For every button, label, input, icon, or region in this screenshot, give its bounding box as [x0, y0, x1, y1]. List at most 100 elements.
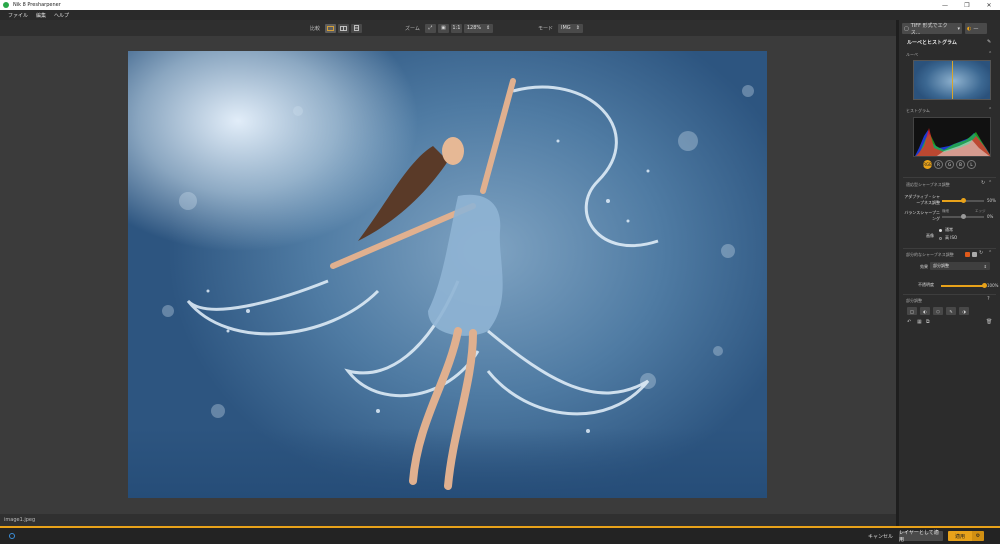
compare-group: 比較	[310, 23, 363, 33]
channel-l[interactable]: L	[967, 160, 976, 169]
preset-select[interactable]: ◐ —	[965, 23, 987, 34]
balance-value: 0%	[987, 214, 994, 219]
status-icon[interactable]	[9, 533, 15, 539]
chevron-down-icon: ▾	[957, 25, 960, 32]
zoom-fit-button[interactable]: ⤢	[424, 23, 436, 33]
control-point-add-icon[interactable]: ◯	[907, 307, 917, 315]
balance-label: バランスシャープニング	[904, 210, 940, 221]
image-option-normal-label: 通常	[945, 227, 953, 232]
delete-icon[interactable]: 🗑	[986, 319, 992, 325]
mask-icon[interactable]: ▦	[917, 319, 922, 325]
export-format-value: TIFF 形式でエクス...	[910, 22, 948, 36]
selective-collapse-icon[interactable]: ⌃	[988, 250, 992, 256]
loupe-preview[interactable]	[913, 60, 991, 100]
zoom-value: 128%	[466, 25, 482, 31]
loupe-collapse-icon[interactable]: ⌃	[988, 51, 992, 57]
opacity-slider-fill	[941, 285, 984, 287]
side-by-side-icon	[354, 25, 359, 31]
adaptive-slider[interactable]	[942, 198, 984, 203]
status-bar: キャンセル レイヤーとして適用 適用 ⚙	[0, 528, 1000, 544]
mode-group: モード IMG ⇕	[538, 23, 583, 33]
image-label: 画像	[926, 233, 934, 238]
export-format-select[interactable]: ▢ TIFF 形式でエクス... ▾	[902, 22, 962, 36]
undo-icon[interactable]: ↶	[907, 319, 911, 325]
control-point-brush-icon[interactable]: ◐	[920, 307, 930, 315]
section-separator	[903, 177, 996, 178]
mode-label: モード	[538, 25, 554, 32]
radio-dot-icon	[939, 228, 942, 232]
menu-file[interactable]: ファイル	[8, 12, 28, 19]
menu-bar: ファイル 編集 ヘルプ	[0, 10, 1000, 20]
histogram	[913, 117, 991, 157]
reset-icon[interactable]: ↻	[981, 180, 985, 186]
preset-value: —	[973, 25, 979, 32]
panel-title: ルーペとヒストグラム	[907, 40, 957, 46]
mode-select[interactable]: IMG ⇕	[558, 23, 583, 33]
histogram-label: ヒストグラム	[906, 108, 930, 113]
cancel-button[interactable]: キャンセル	[868, 532, 893, 540]
effect-select[interactable]: 部分調整 ⇕	[930, 262, 990, 270]
app-logo-icon	[3, 2, 9, 8]
adaptive-collapse-icon[interactable]: ⌃	[988, 180, 992, 186]
channel-g[interactable]: G	[945, 160, 954, 169]
circle-icon: ◐	[967, 25, 972, 32]
zoom-fill-button[interactable]: ▣	[437, 23, 449, 33]
color-swatch-icon[interactable]	[965, 252, 970, 257]
preview-image[interactable]	[128, 51, 767, 498]
zoom-group: ズーム ⤢ ▣ 1:1 128% ⇕	[405, 23, 494, 33]
histogram-collapse-icon[interactable]: ⌃	[988, 107, 992, 113]
apply-button[interactable]: 適用	[948, 531, 972, 541]
apply-as-layer-button[interactable]: レイヤーとして適用	[899, 530, 943, 543]
channel-b[interactable]: B	[956, 160, 965, 169]
adaptive-value: 50%	[987, 198, 996, 203]
balance-slider[interactable]	[942, 214, 984, 219]
toolbar: 比較 ズーム ⤢ ▣ 1:1 128% ⇕ モード IMG ⇕	[0, 20, 896, 36]
zoom-1to1-button[interactable]: 1:1	[450, 23, 462, 33]
section-separator	[903, 294, 996, 295]
close-button[interactable]: ✕	[978, 0, 1000, 10]
help-icon[interactable]: ?	[987, 296, 990, 302]
selective-section-title: 部分的なシャープネス調整	[906, 252, 954, 257]
opacity-label: 不透明度	[918, 282, 934, 287]
opacity-slider-knob[interactable]	[981, 283, 987, 288]
zoom-select[interactable]: 128% ⇕	[463, 23, 494, 33]
adaptive-section-title: 適応型シャープネス調整	[906, 182, 950, 187]
histogram-channel-tabs: RGB R G B L	[923, 160, 976, 169]
control-point-fill-icon[interactable]: ◑	[959, 307, 969, 315]
split-view-button[interactable]	[338, 23, 350, 33]
image-option-high-iso-label: 高 ISO	[945, 235, 958, 240]
canvas-area[interactable]	[0, 36, 896, 514]
balance-left-label: 繊細	[942, 209, 949, 213]
single-view-button[interactable]	[325, 23, 337, 33]
single-view-icon	[327, 25, 334, 31]
image-option-high-iso[interactable]: 高 ISO	[939, 235, 957, 241]
menu-edit[interactable]: 編集	[36, 12, 46, 19]
menu-help[interactable]: ヘルプ	[54, 12, 69, 19]
effect-label: 効果	[920, 264, 928, 269]
pin-icon[interactable]: ✎	[987, 39, 991, 45]
image-option-normal[interactable]: 通常	[939, 227, 953, 233]
local-adjust-label: 部分調整	[906, 298, 922, 303]
mask-swatch-icon[interactable]	[972, 252, 977, 257]
channel-rgb[interactable]: RGB	[923, 160, 932, 169]
control-point-pen-icon[interactable]: ✎	[946, 307, 956, 315]
stepper-icon: ⇕	[983, 263, 987, 269]
adaptive-label: アダプティブ・シャープネス調整	[904, 194, 940, 205]
opacity-slider[interactable]	[941, 283, 987, 288]
filename-bar: image1.jpeg	[0, 514, 896, 526]
adaptive-slider-knob[interactable]	[960, 198, 966, 203]
minimize-button[interactable]: —	[934, 0, 956, 10]
filename: image1.jpeg	[4, 517, 36, 523]
balance-slider-knob[interactable]	[960, 214, 966, 219]
maximize-button[interactable]: ❐	[956, 0, 978, 10]
apply-options-icon[interactable]: ⚙	[972, 531, 984, 541]
channel-r[interactable]: R	[934, 160, 943, 169]
title-bar: Nik 8 Presharpener — ❐ ✕	[0, 0, 1000, 10]
duplicate-icon[interactable]: ⧉	[926, 319, 930, 325]
side-by-side-button[interactable]	[351, 23, 363, 33]
opacity-value: 100%	[987, 283, 999, 288]
reset-icon[interactable]: ↻	[979, 250, 983, 256]
control-point-shape-icon[interactable]: ⬡	[933, 307, 943, 315]
control-point-tools: ◯ ◐ ⬡ ✎ ◑	[907, 307, 969, 315]
radio-empty-icon	[939, 236, 942, 240]
